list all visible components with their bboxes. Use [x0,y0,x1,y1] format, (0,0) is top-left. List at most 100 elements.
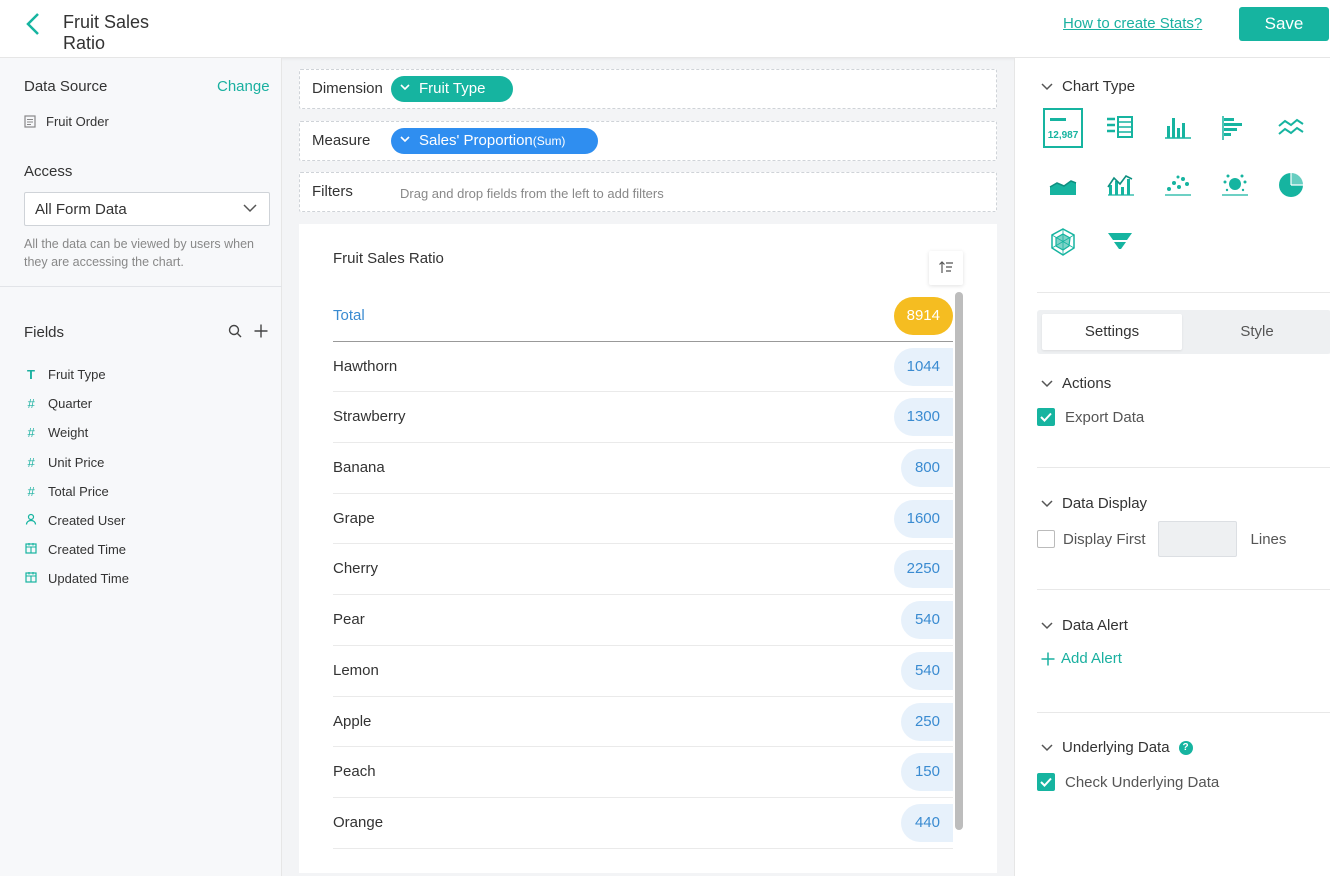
table-chart-icon[interactable] [1100,108,1140,148]
bar-chart-icon[interactable] [1214,108,1254,148]
field-item[interactable]: Created Time [24,535,129,564]
chart-title: Fruit Sales Ratio [333,250,444,267]
export-data-checkbox[interactable] [1037,408,1055,426]
data-display-header[interactable]: Data Display [1041,495,1147,512]
access-select-value: All Form Data [35,201,127,218]
table-row: Cherry 2250 [333,544,953,596]
total-value: 8914 [893,297,953,335]
field-label: Total Price [48,483,109,499]
page-title[interactable]: Fruit Sales Ratio [63,12,194,61]
calendar-field-icon [24,542,38,557]
chevron-down-icon [1041,743,1053,751]
field-item[interactable]: # Total Price [24,477,129,506]
add-field-icon[interactable] [254,324,268,338]
data-alert-header[interactable]: Data Alert [1041,617,1128,634]
check-underlying-label: Check Underlying Data [1065,773,1220,791]
tab-settings[interactable]: Settings [1042,314,1182,350]
kpi-chart-icon[interactable]: 12,987 [1043,108,1083,148]
actions-header[interactable]: Actions [1041,375,1111,392]
access-select[interactable]: All Form Data [24,192,270,226]
dimension-dropzone[interactable]: Dimension Fruit Type [299,69,997,109]
right-divider [1037,589,1330,590]
check-icon [1040,412,1052,422]
right-divider [1037,292,1330,293]
table-scrollbar[interactable] [955,292,963,830]
measure-pill[interactable]: Sales' Proportion(Sum) [391,128,598,154]
measure-label: Measure [312,132,371,149]
chart-preview-card: Fruit Sales Ratio Total 8914 Hawthorn 104… [299,224,997,873]
area-chart-icon[interactable] [1043,165,1083,205]
radar-chart-icon[interactable] [1043,222,1083,262]
field-label: Quarter [48,396,93,412]
measure-dropzone[interactable]: Measure Sales' Proportion(Sum) [299,121,997,161]
plus-icon [1041,652,1055,665]
field-item[interactable]: # Quarter [24,389,129,418]
field-list: T Fruit Type # Quarter # Weight # Unit P… [24,360,129,594]
change-data-source-link[interactable]: Change [217,78,270,95]
search-icon[interactable] [228,324,242,338]
field-label: Unit Price [48,454,105,470]
display-first-checkbox[interactable] [1037,530,1055,548]
display-lines-input[interactable] [1157,521,1237,557]
right-panel: Chart Type 12,987 Settings Style Actions… [1014,58,1330,876]
field-item[interactable]: Updated Time [24,564,129,593]
combo-chart-icon[interactable] [1100,165,1140,205]
row-label: Strawberry [333,408,406,426]
table-row: Grape 1600 [333,494,953,545]
table-row: Peach 150 [333,747,953,798]
chevron-down-icon [1041,379,1053,387]
tab-style[interactable]: Style [1187,314,1327,350]
display-first-label: Display First [1063,530,1146,548]
row-label: Peach [333,763,376,781]
filters-dropzone[interactable]: Filters Drag and drop fields from the le… [299,172,997,212]
field-item[interactable]: # Unit Price [24,448,129,477]
measure-aggregation: (Sum) [532,134,566,148]
row-label: Hawthorn [333,357,398,375]
pie-chart-icon[interactable] [1271,165,1311,205]
row-label: Apple [333,712,372,730]
field-label: Created User [48,513,126,529]
check-underlying-checkbox[interactable] [1037,773,1055,791]
table-row: Apple 250 [333,697,953,748]
field-item[interactable]: # Weight [24,418,129,447]
add-alert-button[interactable]: Add Alert [1041,650,1122,667]
data-alert-label: Data Alert [1062,617,1128,634]
row-value: 800 [901,449,953,488]
data-source-label: Data Source [24,78,108,95]
number-field-icon: # [27,454,35,470]
row-value: 1600 [893,499,953,538]
save-button[interactable]: Save [1239,7,1329,41]
column-chart-icon[interactable] [1157,108,1197,148]
sort-button[interactable] [929,251,963,285]
settings-style-tabs: Settings Style [1037,310,1330,354]
form-icon [24,115,36,128]
help-icon[interactable]: ? [1178,740,1193,755]
kpi-icon-text: 12,987 [1048,130,1079,141]
row-value: 150 [901,753,953,792]
chart-type-header[interactable]: Chart Type [1041,78,1135,95]
chevron-down-icon [1041,499,1053,507]
chevron-down-icon [1041,621,1053,629]
bubble-chart-icon[interactable] [1214,165,1254,205]
line-chart-icon[interactable] [1271,108,1311,148]
back-arrow-icon[interactable] [22,12,46,36]
field-item[interactable]: Created User [24,506,129,535]
how-to-create-stats-link[interactable]: How to create Stats? [1063,15,1202,32]
row-label: Orange [333,813,384,831]
text-field-icon: T [27,367,35,383]
left-divider [0,286,282,287]
row-label: Pear [333,611,365,629]
field-item[interactable]: T Fruit Type [24,360,129,389]
row-value: 1044 [893,347,953,386]
dimension-pill[interactable]: Fruit Type [391,76,513,102]
number-field-icon: # [27,425,35,441]
underlying-data-header[interactable]: Underlying Data ? [1041,739,1193,756]
table-row: Lemon 540 [333,646,953,697]
fields-label: Fields [24,324,65,341]
chart-type-label: Chart Type [1062,78,1136,95]
scatter-chart-icon[interactable] [1157,165,1197,205]
row-value: 2250 [893,550,953,589]
funnel-chart-icon[interactable] [1100,222,1140,262]
number-field-icon: # [27,396,35,412]
dimension-label: Dimension [312,80,383,97]
